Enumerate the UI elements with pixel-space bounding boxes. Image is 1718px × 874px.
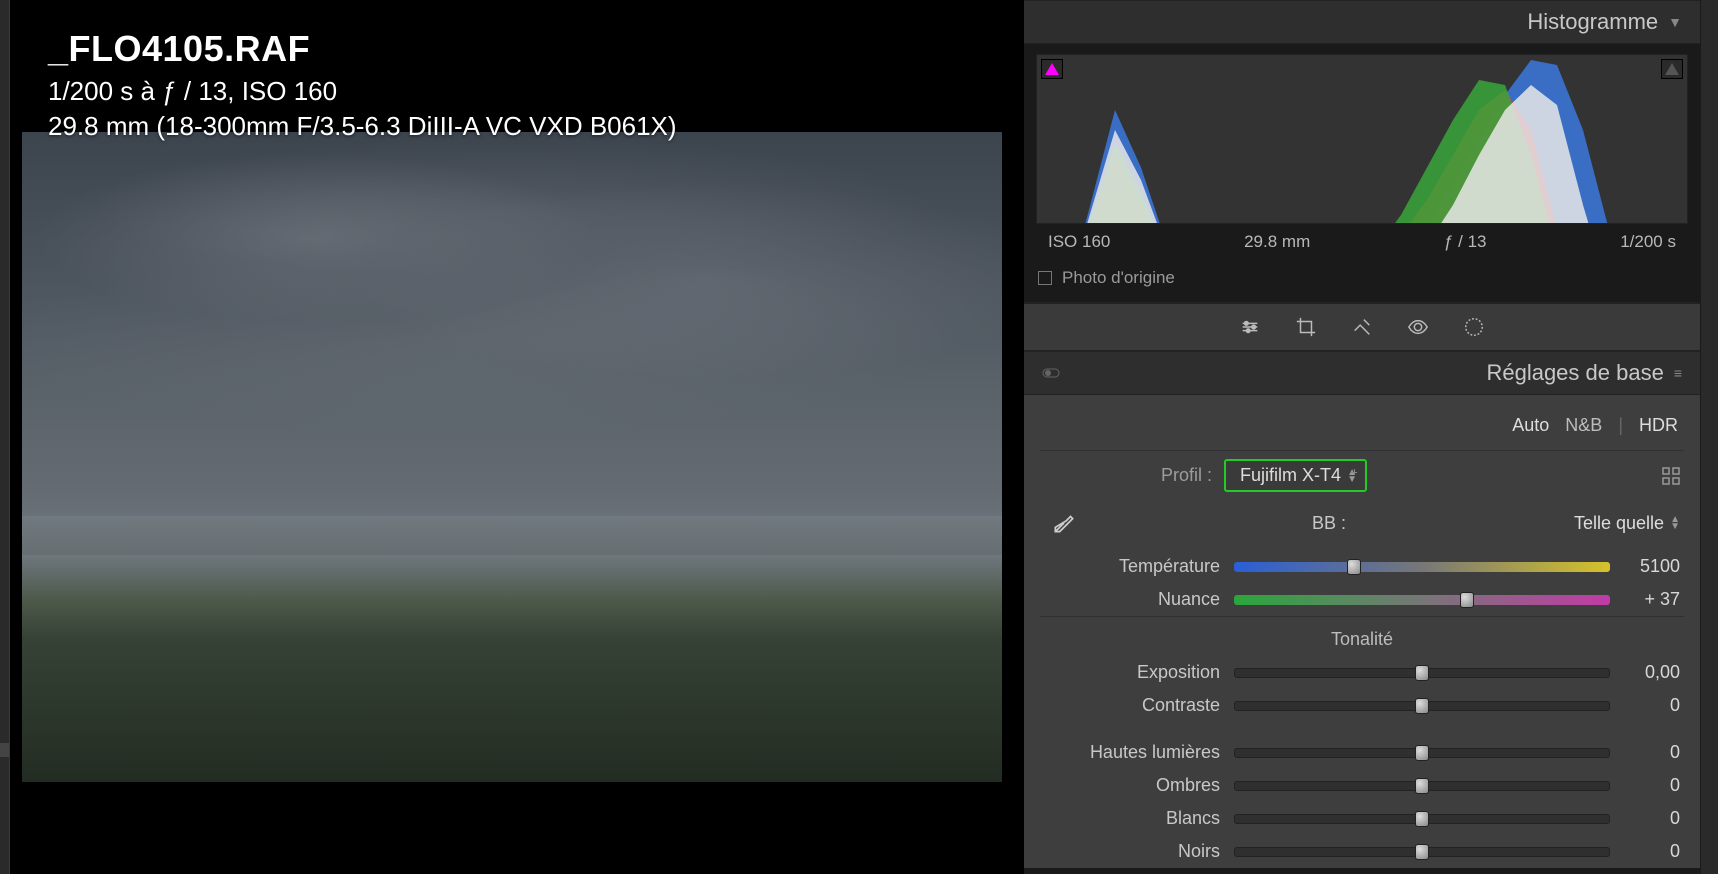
temperature-label: Température [1044,556,1234,577]
whites-row: Blancs 0 [1040,802,1684,835]
square-icon [1038,271,1052,285]
app-root: _FLO4105.RAF 1/200 s à ƒ / 13, ISO 160 2… [0,0,1718,874]
panel-switch-icon[interactable] [1042,360,1060,386]
profile-select[interactable]: Fujifilm X-T4 ▲▼ [1224,459,1367,492]
blacks-row: Noirs 0 [1040,835,1684,868]
treatment-row: Auto N&B | HDR [1040,405,1684,450]
slider-thumb[interactable] [1415,844,1429,860]
contrast-label: Contraste [1044,695,1234,716]
right-panel: Histogramme ▼ ISO 160 29.8 mm ƒ / 13 1/2… [1024,0,1718,874]
profile-browser-icon[interactable] [1662,467,1680,485]
temperature-slider[interactable] [1234,562,1610,572]
blacks-value[interactable]: 0 [1610,841,1680,862]
highlights-slider[interactable] [1234,748,1610,758]
shadows-label: Ombres [1044,775,1234,796]
image-area: _FLO4105.RAF 1/200 s à ƒ / 13, ISO 160 2… [0,0,1024,874]
auto-button[interactable]: Auto [1512,415,1549,436]
info-overlay: _FLO4105.RAF 1/200 s à ƒ / 13, ISO 160 2… [48,28,677,142]
filename-label: _FLO4105.RAF [48,28,677,70]
slider-thumb[interactable] [1347,559,1361,575]
updown-icon: ▲▼ [1347,469,1357,483]
histo-focal: 29.8 mm [1244,232,1310,252]
tint-row: Nuance + 37 [1040,583,1684,616]
updown-icon: ▲▼ [1670,516,1680,530]
contrast-row: Contraste 0 [1040,689,1684,722]
profile-row: Profil : Fujifilm X-T4 ▲▼ [1040,450,1684,500]
tool-strip [1024,303,1700,351]
whites-label: Blancs [1044,808,1234,829]
histogram-header[interactable]: Histogramme ▼ [1024,0,1700,44]
exposure-row: Exposition 0,00 [1040,656,1684,689]
tint-slider[interactable] [1234,595,1610,605]
highlights-value[interactable]: 0 [1610,742,1680,763]
exposure-label: Exposition [1044,662,1234,683]
histogram-title: Histogramme [1527,9,1658,35]
shadows-value[interactable]: 0 [1610,775,1680,796]
heal-tool[interactable] [1351,316,1373,338]
exposure-value[interactable]: 0,00 [1610,662,1680,683]
histo-shutter: 1/200 s [1620,232,1676,252]
wb-row: BB : Telle quelle ▲▼ [1040,500,1684,550]
histo-aperture: ƒ / 13 [1444,232,1487,252]
profile-label: Profil : [1044,465,1224,486]
blacks-slider[interactable] [1234,847,1610,857]
masking-tool[interactable] [1239,316,1261,338]
blacks-label: Noirs [1044,841,1234,862]
histogram-panel: ISO 160 29.8 mm ƒ / 13 1/200 s [1024,44,1700,258]
slider-thumb[interactable] [1415,811,1429,827]
lens-label: 29.8 mm (18-300mm F/3.5-6.3 DiIII-A VC V… [48,111,677,142]
histo-iso: ISO 160 [1048,232,1110,252]
histogram-info-row: ISO 160 29.8 mm ƒ / 13 1/200 s [1036,224,1688,258]
profile-value: Fujifilm X-T4 [1240,465,1341,485]
basic-header[interactable]: Réglages de base ≡ [1024,351,1700,395]
histogram-svg [1037,55,1687,224]
shadows-row: Ombres 0 [1040,769,1684,802]
contrast-value[interactable]: 0 [1610,695,1680,716]
wb-preset-value: Telle quelle [1574,513,1664,533]
wb-preset-select[interactable]: Telle quelle ▲▼ [1574,513,1680,534]
histogram-chart[interactable] [1036,54,1688,224]
histogram-mode-label: Photo d'origine [1062,268,1175,288]
temperature-row: Température 5100 [1040,550,1684,583]
slider-thumb[interactable] [1415,778,1429,794]
radial-tool[interactable] [1463,316,1485,338]
redeye-tool[interactable] [1407,316,1429,338]
basic-panel: Auto N&B | HDR Profil : Fujifilm X-T4 ▲▼ [1024,395,1700,868]
slider-thumb[interactable] [1460,592,1474,608]
temperature-value[interactable]: 5100 [1610,556,1680,577]
whites-slider[interactable] [1234,814,1610,824]
basic-title: Réglages de base [1486,360,1663,386]
tone-title: Tonalité [1040,616,1684,656]
slider-thumb[interactable] [1415,745,1429,761]
exposure-label: 1/200 s à ƒ / 13, ISO 160 [48,76,677,107]
contrast-slider[interactable] [1234,701,1610,711]
menu-icon[interactable]: ≡ [1674,365,1682,381]
wb-label: BB : [1084,513,1574,534]
scrollbar[interactable] [1700,0,1718,874]
left-panel-collapsed[interactable] [0,0,10,874]
photo-sky [22,132,1002,555]
highlights-label: Hautes lumières [1044,742,1234,763]
whites-value[interactable]: 0 [1610,808,1680,829]
slider-thumb[interactable] [1415,665,1429,681]
shadows-slider[interactable] [1234,781,1610,791]
separator: | [1618,415,1623,436]
photo-preview[interactable] [22,132,1002,782]
tint-value[interactable]: + 37 [1610,589,1680,610]
tint-label: Nuance [1044,589,1234,610]
slider-thumb[interactable] [1415,698,1429,714]
exposure-slider[interactable] [1234,668,1610,678]
histogram-mode-row[interactable]: Photo d'origine [1024,258,1700,303]
crop-tool[interactable] [1295,316,1317,338]
eyedropper-tool[interactable] [1044,510,1084,536]
chevron-down-icon: ▼ [1668,14,1682,30]
highlights-row: Hautes lumières 0 [1040,736,1684,769]
hdr-button[interactable]: HDR [1639,415,1678,436]
bw-button[interactable]: N&B [1565,415,1602,436]
